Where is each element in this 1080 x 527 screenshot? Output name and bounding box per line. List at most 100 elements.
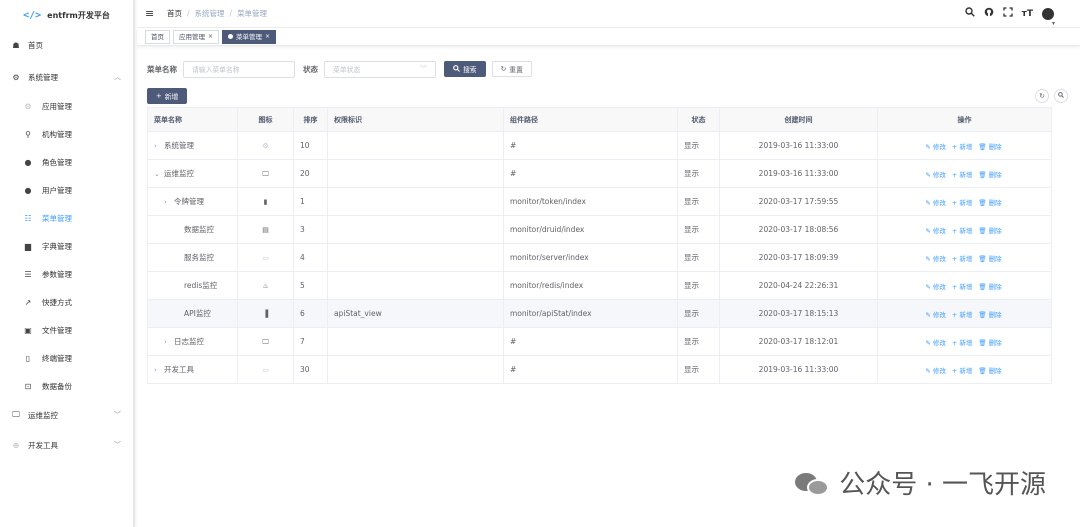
table-row[interactable]: 服务监控 ▭ 4 monitor/server/index 显示 2020-03-17 1…	[147, 243, 1052, 272]
add-child-button[interactable]: + 新增	[952, 227, 974, 235]
sidebar-item-shortcuts[interactable]: ↗ 快捷方式	[0, 288, 133, 316]
sidebar-item-home[interactable]: ☗ 首页	[0, 30, 133, 60]
edit-button[interactable]: ✎ 修改	[925, 367, 947, 375]
github-icon[interactable]	[984, 7, 994, 20]
expand-toggle-icon[interactable]: ›	[154, 142, 164, 150]
sidebar-item-users[interactable]: ● 用户管理	[0, 176, 133, 204]
sidebar-item-dict[interactable]: ▆ 字典管理	[0, 232, 133, 260]
search-form: 菜单名称 请输入菜单名称 状态 菜单状态 ﹀ 搜索 ↻ 重置	[147, 60, 1070, 78]
sidebar-item-devtools[interactable]: ⊕ 开发工具 ﹀	[0, 430, 133, 460]
app-logo[interactable]: </> entfrm开发平台	[0, 0, 133, 30]
cell-component-path: monitor/server/index	[503, 243, 678, 272]
expand-toggle-icon[interactable]: ›	[154, 366, 164, 374]
edit-button[interactable]: ✎ 修改	[925, 227, 947, 235]
delete-button[interactable]: 🗑 删除	[978, 283, 1003, 291]
add-child-button[interactable]: + 新增	[952, 199, 974, 207]
add-child-button[interactable]: + 新增	[952, 255, 974, 263]
avatar[interactable]: ▾	[1042, 7, 1055, 27]
tag-app-management[interactable]: 应用管理 ×	[173, 29, 220, 44]
tag-home[interactable]: 首页	[145, 29, 170, 44]
menu-name-input[interactable]: 请输入菜单名称	[183, 60, 295, 78]
close-icon[interactable]: ×	[265, 31, 270, 43]
reset-button[interactable]: ↻ 重置	[491, 61, 532, 77]
edit-button[interactable]: ✎ 修改	[925, 143, 947, 151]
column-header: 菜单名称	[147, 107, 238, 132]
table-row[interactable]: › 令牌管理 ▮ 1 monitor/token/index 显示 2020-03-17 1…	[147, 187, 1052, 216]
menu-name-text: 日志监控	[174, 337, 204, 346]
close-icon[interactable]: ×	[208, 31, 213, 43]
sidebar-item-menus[interactable]: ☷ 菜单管理	[0, 204, 133, 232]
add-child-button[interactable]: + 新增	[952, 339, 974, 347]
menu-table: 菜单名称 图标 排序 权限标识 组件路径 状态 创建时间 操作 › 系统管理 ⚙ 10…	[147, 107, 1052, 384]
search-icon[interactable]	[964, 7, 975, 20]
add-child-button[interactable]: + 新增	[952, 283, 974, 291]
sidebar-item-system[interactable]: ⚙ 系统管理 ︿	[0, 62, 133, 92]
add-button[interactable]: + 新增	[147, 88, 188, 104]
cell-permission	[327, 271, 504, 300]
expand-toggle-icon[interactable]: ›	[164, 338, 174, 346]
delete-button[interactable]: 🗑 删除	[978, 143, 1003, 151]
delete-button[interactable]: 🗑 删除	[978, 171, 1003, 179]
gear-icon: ⚙	[12, 72, 20, 82]
table-row[interactable]: › 日志监控 🖵 7 # 显示 2020-03-17 18:12:01 ✎ 修改 + 新增 🗑 删除	[147, 327, 1052, 356]
add-child-button[interactable]: + 新增	[952, 311, 974, 319]
reset-button-label: 重置	[509, 66, 523, 74]
sidebar-item-monitor[interactable]: 🖵 运维监控 ﹀	[0, 400, 133, 430]
expand-toggle-icon[interactable]: ›	[164, 198, 174, 206]
sidebar-item-label: 机构管理	[42, 129, 72, 139]
toggle-search-button[interactable]	[1054, 89, 1068, 103]
edit-button[interactable]: ✎ 修改	[925, 311, 947, 319]
table-row[interactable]: › 开发工具 ▭ 30 # 显示 2019-03-16 11:33:00 ✎ 修改 + 新增 🗑 删除	[147, 355, 1052, 384]
wechat-icon	[795, 469, 831, 497]
table-row[interactable]: ⌄ 运维监控 🖵 20 # 显示 2019-03-16 11:33:00 ✎ 修改 + 新增 🗑 删除	[147, 159, 1052, 188]
expand-toggle-icon[interactable]: ⌄	[154, 170, 164, 178]
sidebar-item-params[interactable]: ☰ 参数管理	[0, 260, 133, 288]
status-select[interactable]: 菜单状态 ﹀	[324, 60, 436, 78]
cell-menu-name: › 令牌管理	[147, 187, 238, 216]
delete-button[interactable]: 🗑 删除	[978, 311, 1003, 319]
sidebar-item-roles[interactable]: ● 角色管理	[0, 148, 133, 176]
delete-button[interactable]: 🗑 删除	[978, 227, 1003, 235]
refresh-button[interactable]: ↻	[1035, 89, 1049, 103]
sidebar-item-files[interactable]: ▣ 文件管理	[0, 316, 133, 344]
list-icon: ☰	[24, 269, 32, 279]
table-row[interactable]: › 系统管理 ⚙ 10 # 显示 2019-03-16 11:33:00 ✎ 修改 + 新增 🗑 删除	[147, 131, 1052, 160]
menu-name-text: 数据监控	[184, 225, 214, 234]
table-row[interactable]: redis监控 ♨ 5 monitor/redis/index 显示 2020-04-24…	[147, 271, 1052, 300]
cell-component-path: #	[503, 131, 678, 160]
sidebar-item-backup[interactable]: ⊡ 数据备份	[0, 372, 133, 400]
add-child-button[interactable]: + 新增	[952, 171, 974, 179]
delete-button[interactable]: 🗑 删除	[978, 255, 1003, 263]
plus-icon: +	[156, 92, 162, 100]
edit-button[interactable]: ✎ 修改	[925, 199, 947, 207]
sidebar-item-terminals[interactable]: ▯ 终端管理	[0, 344, 133, 372]
breadcrumb-home[interactable]: 首页	[167, 8, 182, 19]
sidebar-item-org[interactable]: ⚲ 机构管理	[0, 120, 133, 148]
edit-button[interactable]: ✎ 修改	[925, 339, 947, 347]
edit-button[interactable]: ✎ 修改	[925, 283, 947, 291]
breadcrumb-separator: /	[229, 9, 233, 18]
table-toolbar: + 新增 ↻	[147, 88, 1070, 104]
delete-button[interactable]: 🗑 删除	[978, 339, 1003, 347]
edit-button[interactable]: ✎ 修改	[925, 171, 947, 179]
fullscreen-icon[interactable]	[1002, 7, 1013, 20]
sidebar: </> entfrm开发平台 ☗ 首页 ⚙ 系统管理 ︿ ⚙ 应用管理 ⚲ 机构…	[0, 0, 135, 527]
add-child-button[interactable]: + 新增	[952, 367, 974, 375]
table-row[interactable]: API监控 ▐ 6 apiStat_view monitor/apiStat/index…	[147, 299, 1052, 328]
font-size-icon[interactable]: тT	[1022, 9, 1033, 19]
cell-order: 7	[293, 327, 328, 356]
tag-menu-management[interactable]: 菜单管理 ×	[222, 29, 277, 44]
column-header: 排序	[293, 107, 328, 132]
table-row[interactable]: 数据监控 ▤ 3 monitor/druid/index 显示 2020-03-17 18…	[147, 215, 1052, 244]
edit-button[interactable]: ✎ 修改	[925, 255, 947, 263]
sidebar-item-apps[interactable]: ⚙ 应用管理	[0, 92, 133, 120]
edit-label: 修改	[932, 338, 946, 347]
cell-menu-name: › 开发工具	[147, 355, 238, 384]
delete-button[interactable]: 🗑 删除	[978, 199, 1003, 207]
delete-button[interactable]: 🗑 删除	[978, 367, 1003, 375]
sidebar-item-label: 快捷方式	[42, 297, 72, 307]
menu-toggle-icon[interactable]: ≡	[145, 7, 163, 20]
add-child-button[interactable]: + 新增	[952, 143, 974, 151]
cell-status: 显示	[677, 355, 720, 384]
search-button[interactable]: 搜索	[444, 61, 486, 77]
